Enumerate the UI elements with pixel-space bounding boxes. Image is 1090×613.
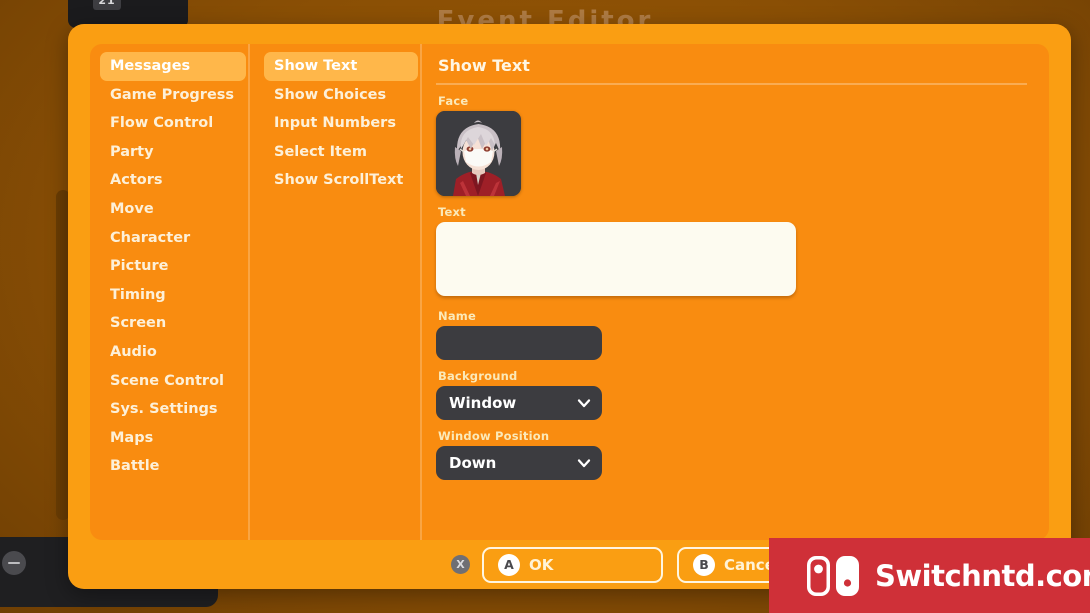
category-list: Messages Game Progress Flow Control Part… <box>90 44 250 540</box>
command-item-show-scrolltext[interactable]: Show ScrollText <box>264 166 418 195</box>
nintendo-switch-logo <box>807 555 859 596</box>
window-position-select-value: Down <box>449 454 497 472</box>
category-label: Actors <box>110 172 163 189</box>
category-item-maps[interactable]: Maps <box>100 424 246 453</box>
ok-button-label: OK <box>529 555 554 574</box>
watermark-text: Switchntd.com <box>875 558 1090 593</box>
category-label: Picture <box>110 258 169 275</box>
category-label: Messages <box>110 58 191 74</box>
dialog-body: Messages Game Progress Flow Control Part… <box>90 44 1049 540</box>
character-portrait-icon <box>436 111 521 196</box>
background-select[interactable]: Window <box>436 386 602 420</box>
category-item-screen[interactable]: Screen <box>100 309 246 338</box>
ok-button[interactable]: A OK <box>482 546 663 583</box>
face-picker[interactable] <box>436 111 521 196</box>
category-label: Screen <box>110 315 167 332</box>
command-label: Show ScrollText <box>274 172 404 189</box>
category-label: Timing <box>110 286 166 303</box>
command-label: Input Numbers <box>274 115 396 132</box>
command-item-show-choices[interactable]: Show Choices <box>264 81 418 110</box>
category-item-game-progress[interactable]: Game Progress <box>100 81 246 110</box>
category-item-messages[interactable]: Messages <box>100 52 246 81</box>
category-label: Move <box>110 200 154 217</box>
category-label: Game Progress <box>110 86 235 103</box>
a-button-glyph: A <box>498 553 520 576</box>
text-label: Text <box>438 205 466 219</box>
text-input[interactable] <box>436 222 796 296</box>
window-position-label: Window Position <box>438 429 550 443</box>
category-label: Sys. Settings <box>110 401 218 418</box>
tab-index-badge: 21 <box>93 0 121 10</box>
chevron-down-icon <box>577 399 591 408</box>
category-item-move[interactable]: Move <box>100 195 246 224</box>
category-item-battle[interactable]: Battle <box>100 452 246 481</box>
category-item-character[interactable]: Character <box>100 224 246 253</box>
command-detail-panel: Show Text Face Text Name Background Wind… <box>422 44 1049 540</box>
category-label: Audio <box>110 343 157 360</box>
category-label: Scene Control <box>110 372 225 389</box>
category-label: Character <box>110 229 191 246</box>
category-item-sys-settings[interactable]: Sys. Settings <box>100 395 246 424</box>
window-position-select[interactable]: Down <box>436 446 602 480</box>
background-select-value: Window <box>449 394 517 412</box>
minus-circle-icon <box>2 551 26 575</box>
x-button-badge[interactable]: X <box>451 555 470 574</box>
command-label: Select Item <box>274 143 367 160</box>
command-item-select-item[interactable]: Select Item <box>264 138 418 167</box>
detail-divider <box>436 83 1027 85</box>
category-label: Maps <box>110 429 154 446</box>
background-label: Background <box>438 369 518 383</box>
category-label: Battle <box>110 458 160 475</box>
category-item-scene-control[interactable]: Scene Control <box>100 367 246 396</box>
event-command-dialog: Messages Game Progress Flow Control Part… <box>68 24 1071 589</box>
detail-title: Show Text <box>438 56 530 75</box>
name-input[interactable] <box>436 326 602 360</box>
command-label: Show Choices <box>274 86 387 103</box>
command-item-input-numbers[interactable]: Input Numbers <box>264 109 418 138</box>
site-watermark: Switchntd.com <box>769 538 1090 613</box>
category-item-party[interactable]: Party <box>100 138 246 167</box>
category-item-audio[interactable]: Audio <box>100 338 246 367</box>
category-item-actors[interactable]: Actors <box>100 166 246 195</box>
category-label: Party <box>110 143 154 160</box>
command-list: Show Text Show Choices Input Numbers Sel… <box>250 44 422 540</box>
command-label: Show Text <box>274 58 358 74</box>
b-button-glyph: B <box>693 553 715 576</box>
chevron-down-icon <box>577 459 591 468</box>
category-item-flow-control[interactable]: Flow Control <box>100 109 246 138</box>
category-item-picture[interactable]: Picture <box>100 252 246 281</box>
command-item-show-text[interactable]: Show Text <box>264 52 418 81</box>
screen-root: Event Editor 21 Messages Game Progress F… <box>0 0 1090 613</box>
face-label: Face <box>438 94 469 108</box>
category-item-timing[interactable]: Timing <box>100 281 246 310</box>
name-label: Name <box>438 309 476 323</box>
category-label: Flow Control <box>110 115 214 132</box>
